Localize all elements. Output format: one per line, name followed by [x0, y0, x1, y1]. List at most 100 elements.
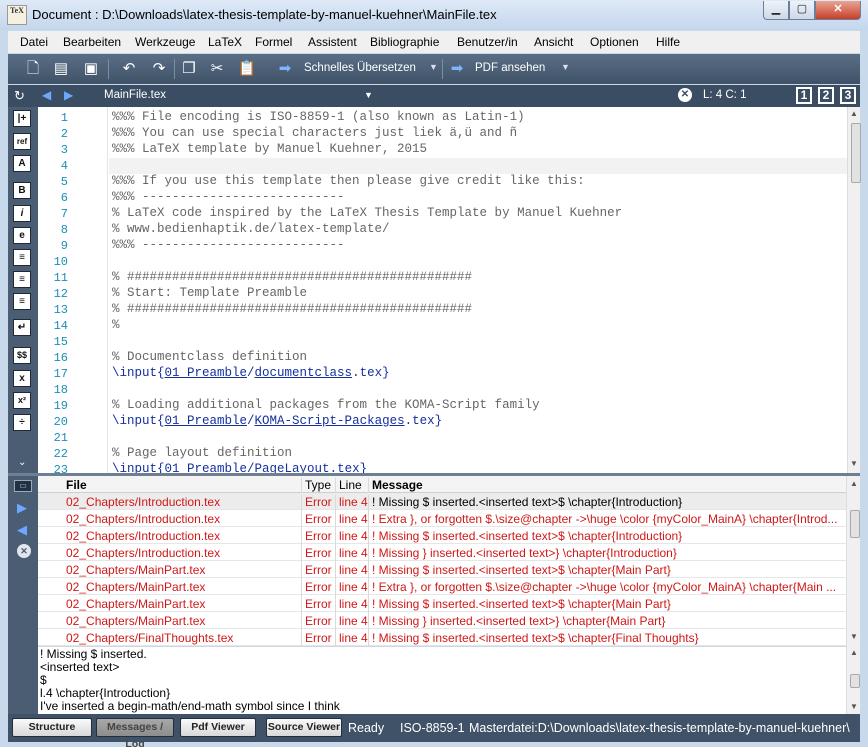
bold-icon[interactable]: B [13, 182, 31, 199]
menu-formel[interactable]: Formel [255, 35, 292, 49]
editor-scrollbar-thumb[interactable] [851, 123, 861, 183]
source-viewer-button[interactable]: Source Viewer [266, 718, 342, 737]
close-button[interactable]: ✕ [815, 1, 861, 20]
log-scrollbar-thumb[interactable] [850, 674, 860, 688]
code-line[interactable]: %%% You can use special characters just … [112, 126, 517, 140]
run-arrow-icon[interactable]: ➡ [274, 58, 296, 80]
code-line[interactable]: %%% File encoding is ISO-8859-1 (also kn… [112, 110, 525, 124]
code-line[interactable]: %%% --------------------------- [112, 190, 345, 204]
back-arrow-icon[interactable]: ◀ [42, 88, 51, 102]
message-row[interactable]: 02_Chapters/Introduction.tex Error line 4!… [38, 544, 846, 563]
message-row[interactable]: 02_Chapters/MainPart.tex Error line 4 ! Mis… [38, 595, 846, 614]
code-line[interactable]: %%% If you use this template then please… [112, 174, 585, 188]
undo-icon[interactable]: ↶ [118, 58, 140, 80]
menu-benutzer[interactable]: Benutzer/in [457, 35, 518, 49]
align-center-icon[interactable]: ≡ [13, 271, 31, 288]
copy-icon[interactable]: ❐ [178, 58, 200, 80]
menu-assistent[interactable]: Assistent [308, 35, 357, 49]
view-1-button[interactable]: 1 [796, 87, 812, 104]
display-math-icon[interactable]: $$ [13, 347, 31, 364]
encoding-label[interactable]: ISO-8859-1 [400, 721, 465, 735]
superscript-icon[interactable]: x² [13, 392, 31, 409]
emphasis-icon[interactable]: e [13, 227, 31, 244]
paste-icon[interactable]: 📋 [236, 58, 258, 80]
chevron-down-icon[interactable]: ▼ [561, 62, 570, 72]
col-line-header[interactable]: Line [339, 478, 362, 492]
file-tab[interactable]: MainFile.tex [104, 89, 166, 101]
code-line[interactable]: % Start: Template Preamble [112, 286, 307, 300]
refresh-icon[interactable]: ↻ [14, 88, 25, 104]
menu-optionen[interactable]: Optionen [590, 35, 639, 49]
scroll-down-icon[interactable]: ▼ [850, 702, 858, 711]
col-file-header[interactable]: File [66, 478, 87, 492]
save-icon[interactable]: ▣ [80, 58, 102, 80]
ref-icon[interactable]: ref [13, 133, 31, 150]
message-row[interactable]: 02_Chapters/FinalThoughts.tex Error line 4… [38, 629, 846, 646]
newline-icon[interactable]: ↵ [13, 319, 31, 336]
code-line[interactable]: % www.bedienhaptik.de/latex-template/ [112, 222, 390, 236]
code-line[interactable]: % Documentclass definition [112, 350, 307, 364]
log-view-icon[interactable]: ▭ [14, 480, 32, 492]
pdf-viewer-button[interactable]: Pdf Viewer [180, 718, 256, 737]
menu-werkzeuge[interactable]: Werkzeuge [135, 35, 195, 49]
log-scrollbar[interactable]: ▲ ▼ [846, 646, 860, 714]
align-left-icon[interactable]: ≡ [13, 249, 31, 266]
scroll-down-icon[interactable]: ▼ [850, 632, 858, 641]
chevron-down-icon[interactable]: ▼ [429, 62, 438, 72]
previous-error-icon[interactable]: ◀ [17, 522, 27, 538]
minimize-button[interactable]: ▁ [763, 1, 789, 20]
messages-log-button[interactable]: Messages / Log [96, 718, 174, 747]
code-editor[interactable]: 1 2 3 4 5 6 7 8 9 10 11 12 13 14 15 16 17 18 19 20 21 22 23 %%… [38, 107, 847, 473]
cut-icon[interactable]: ✂ [206, 58, 228, 80]
code-line[interactable]: % ######################################… [112, 270, 472, 284]
open-file-icon[interactable]: ▤ [50, 58, 72, 80]
code-line[interactable]: % [112, 318, 120, 332]
close-tab-icon[interactable]: ✕ [678, 88, 692, 102]
code-line[interactable]: % ######################################… [112, 302, 472, 316]
next-error-icon[interactable]: ▶ [17, 500, 27, 516]
menu-latex[interactable]: LaTeX [208, 35, 242, 49]
code-line[interactable]: %%% LaTeX template by Manuel Kuehner, 20… [112, 142, 427, 156]
scroll-up-icon[interactable]: ▲ [850, 479, 858, 488]
view-2-button[interactable]: 2 [818, 87, 834, 104]
structure-button[interactable]: Structure [12, 718, 92, 737]
redo-icon[interactable]: ↷ [148, 58, 170, 80]
menu-hilfe[interactable]: Hilfe [656, 35, 680, 49]
scroll-up-icon[interactable]: ▲ [850, 648, 858, 657]
pdf-view-button[interactable]: PDF ansehen [475, 62, 545, 74]
code-line[interactable]: % Page layout definition [112, 446, 292, 460]
insert-line-icon[interactable]: |+ [13, 110, 31, 127]
align-right-icon[interactable]: ≡ [13, 293, 31, 310]
message-row[interactable]: 02_Chapters/MainPart.tex Error line 4 ! Mis… [38, 561, 846, 580]
menu-bearbeiten[interactable]: Bearbeiten [63, 35, 121, 49]
scroll-down-icon[interactable]: ▼ [850, 459, 858, 468]
code-line[interactable]: %%% --------------------------- [112, 238, 345, 252]
message-row[interactable]: 02_Chapters/Introduction.tex Error line 4!… [38, 510, 846, 529]
clear-messages-icon[interactable]: ✕ [17, 544, 31, 558]
code-line[interactable]: % Loading additional packages from the K… [112, 398, 540, 412]
quick-build-button[interactable]: Schnelles Übersetzen [304, 62, 416, 74]
messages-scrollbar-thumb[interactable] [850, 510, 860, 538]
messages-scrollbar[interactable]: ▲ ▼ [846, 476, 860, 646]
subscript-icon[interactable]: x [13, 370, 31, 387]
view-arrow-icon[interactable]: ➡ [446, 58, 468, 80]
message-row[interactable]: 02_Chapters/MainPart.tex Error line 4 ! Ext… [38, 578, 846, 597]
message-row[interactable]: 02_Chapters/MainPart.tex Error line 4 ! Mis… [38, 612, 846, 631]
col-message-header[interactable]: Message [372, 478, 423, 492]
more-chevron-icon[interactable]: ⌄ [18, 457, 26, 468]
code-line[interactable]: \input{01_Preamble/PageLayout.tex} [112, 462, 367, 473]
code-line[interactable]: \input{01_Preamble/documentclass.tex} [112, 366, 390, 380]
fraction-icon[interactable]: ÷ [13, 414, 31, 431]
log-output[interactable]: ! Missing $ inserted. <inserted text> $ … [38, 646, 846, 714]
maximize-button[interactable]: ▢ [789, 1, 815, 20]
menu-bibliographie[interactable]: Bibliographie [370, 35, 439, 49]
menu-datei[interactable]: Datei [20, 35, 48, 49]
new-file-icon[interactable]: 🗋 [22, 58, 44, 80]
code-line[interactable]: % LaTeX code inspired by the LaTeX Thesi… [112, 206, 622, 220]
view-3-button[interactable]: 3 [840, 87, 856, 104]
col-type-header[interactable]: Type [305, 478, 331, 492]
editor-scrollbar[interactable]: ▲ ▼ [847, 107, 861, 473]
scroll-up-icon[interactable]: ▲ [850, 109, 858, 118]
chevron-down-icon[interactable]: ▼ [364, 90, 373, 100]
message-row[interactable]: 02_Chapters/Introduction.tex Error line 4!… [38, 527, 846, 546]
